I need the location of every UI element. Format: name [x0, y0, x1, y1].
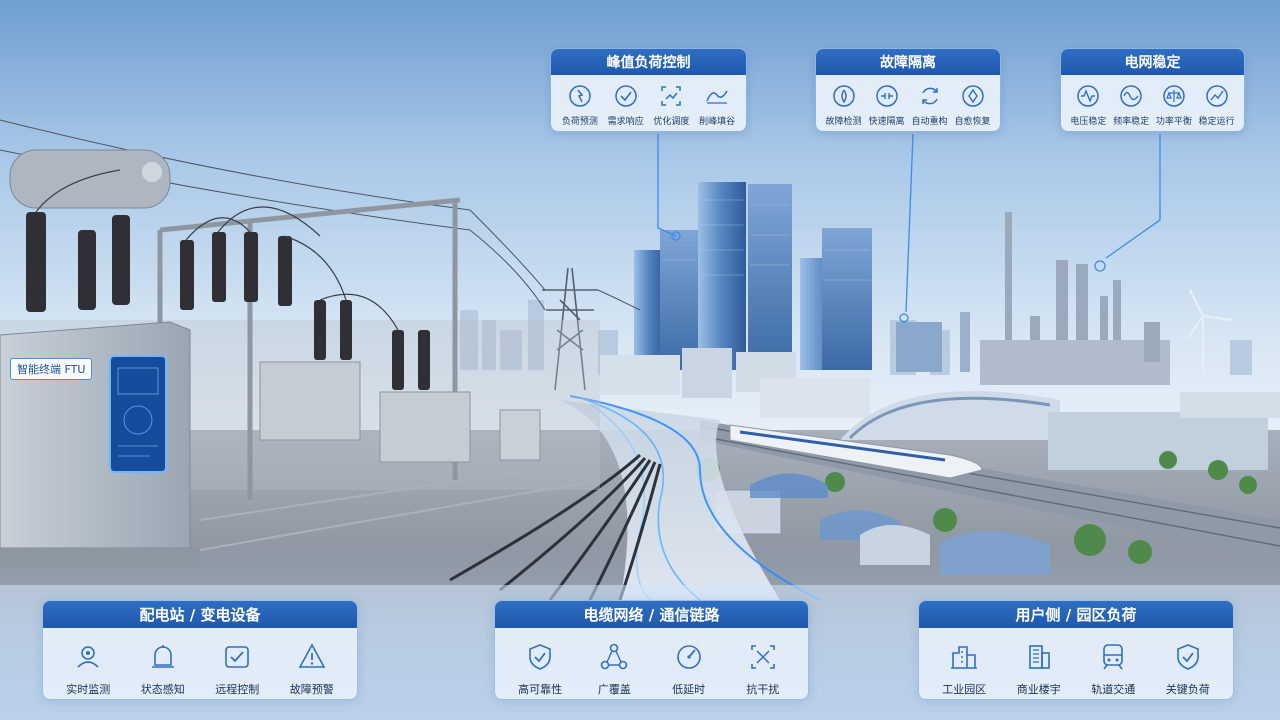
commercial-building-icon: [1028, 645, 1050, 669]
status-sense-icon: [151, 645, 174, 668]
fault-warning-icon: [298, 643, 326, 668]
item-label: 需求响应: [607, 117, 644, 127]
item-label: 频率稳定: [1113, 117, 1150, 127]
item-realtime-monitor[interactable]: 实时监测: [53, 641, 123, 697]
item-label: 优化调度: [653, 117, 690, 127]
panel-title: 配电站 / 变电设备: [43, 601, 357, 628]
item-label: 自动重构: [911, 117, 948, 127]
panel-cable-network: 电缆网络 / 通信链路 高可靠性 广覆盖 低延时 抗干扰: [494, 600, 809, 700]
item-label: 商业楼宇: [1016, 683, 1061, 696]
item-label: 低延时: [672, 683, 706, 696]
peak-shaving-icon: [706, 90, 728, 104]
item-industrial-park[interactable]: 工业园区: [929, 641, 999, 697]
item-auto-reconfigure[interactable]: 自动重构: [908, 83, 951, 127]
item-frequency-stable[interactable]: 频率稳定: [1110, 83, 1153, 127]
panel-title: 电网稳定: [1061, 49, 1244, 75]
voltage-stable-icon: [1077, 85, 1100, 107]
item-label: 高可靠性: [518, 683, 563, 696]
panel-title: 用户侧 / 园区负荷: [919, 601, 1233, 628]
item-low-latency[interactable]: 低延时: [654, 641, 724, 697]
frequency-stable-icon: [1120, 85, 1142, 107]
item-label: 广覆盖: [597, 683, 631, 696]
item-label: 快速隔离: [868, 117, 905, 127]
item-fault-warning[interactable]: 故障预警: [277, 641, 347, 697]
panel-title: 故障隔离: [816, 49, 1000, 75]
panel-peak-load: 峰值负荷控制 负荷预测 需求响应 优化调度 削峰填谷: [550, 48, 747, 132]
panel-substation: 配电站 / 变电设备 实时监测 状态感知 远程控制 故障预警: [42, 600, 358, 700]
item-demand-response[interactable]: 需求响应: [603, 83, 649, 127]
gauge-icon: [676, 645, 701, 669]
item-label: 轨道交通: [1091, 683, 1136, 696]
item-label: 工业园区: [942, 683, 987, 696]
power-balance-icon: [1163, 85, 1185, 107]
remote-control-icon: [225, 646, 250, 668]
item-critical-load[interactable]: 关键负荷: [1153, 641, 1223, 697]
item-stable-run[interactable]: 稳定运行: [1195, 83, 1238, 127]
item-status-sense[interactable]: 状态感知: [128, 641, 198, 697]
wind-turbine: [1187, 289, 1233, 372]
industrial-plant: [980, 212, 1170, 385]
item-power-balance[interactable]: 功率平衡: [1153, 83, 1196, 127]
panel-fault-isolation: 故障隔离 故障检测 快速隔离 自动重构 自愈恢复: [815, 48, 1001, 132]
item-optimize-dispatch[interactable]: 优化调度: [649, 83, 695, 127]
ftu-label: 智能终端 FTU: [10, 358, 93, 380]
fault-detect-icon: [832, 85, 855, 107]
panel-grid-stability: 电网稳定 电压稳定 频率稳定 功率平衡 稳定运行: [1060, 48, 1245, 132]
shield-check-icon: [529, 644, 551, 670]
item-label: 负荷预测: [561, 117, 598, 127]
item-remote-control[interactable]: 远程控制: [202, 641, 272, 697]
item-label: 抗干扰: [746, 683, 780, 696]
item-label: 自愈恢复: [954, 117, 991, 127]
load-forecast-icon: [569, 85, 591, 107]
item-label: 电压稳定: [1070, 117, 1107, 127]
critical-load-shield-icon: [1176, 644, 1199, 670]
item-peak-shaving[interactable]: 削峰填谷: [694, 83, 740, 127]
demand-response-icon: [614, 85, 637, 107]
item-high-reliability[interactable]: 高可靠性: [505, 641, 575, 697]
realtime-monitor-icon: [77, 646, 99, 668]
item-label: 功率平衡: [1155, 117, 1192, 127]
item-commercial-building[interactable]: 商业楼宇: [1004, 641, 1074, 697]
item-label: 关键负荷: [1165, 683, 1210, 696]
item-anti-interference[interactable]: 抗干扰: [728, 641, 798, 697]
anti-interference-icon: [751, 645, 775, 669]
item-fast-isolate[interactable]: 快速隔离: [865, 83, 908, 127]
item-load-forecast[interactable]: 负荷预测: [557, 83, 603, 127]
item-label: 故障预警: [289, 683, 334, 696]
item-label: 稳定运行: [1198, 117, 1235, 127]
panel-user-side: 用户侧 / 园区负荷 工业园区 商业楼宇 轨道交通 关键负荷: [918, 600, 1234, 700]
item-label: 削峰填谷: [699, 117, 736, 127]
item-wide-coverage[interactable]: 广覆盖: [579, 641, 649, 697]
item-label: 状态感知: [140, 683, 185, 696]
stable-run-icon: [1205, 85, 1228, 107]
panel-title: 峰值负荷控制: [551, 49, 746, 75]
item-voltage-stable[interactable]: 电压稳定: [1067, 83, 1110, 127]
item-label: 远程控制: [215, 683, 260, 696]
item-metro-train[interactable]: 轨道交通: [1078, 641, 1148, 697]
metro-train-icon: [1103, 644, 1124, 670]
city-towers: [634, 182, 970, 372]
item-label: 实时监测: [66, 683, 111, 696]
item-label: 故障检测: [825, 117, 862, 127]
self-heal-icon: [961, 85, 984, 107]
item-fault-detect[interactable]: 故障检测: [822, 83, 865, 127]
item-self-heal[interactable]: 自愈恢复: [951, 83, 994, 127]
industrial-park-icon: [951, 646, 978, 669]
panel-title: 电缆网络 / 通信链路: [495, 601, 808, 628]
fast-isolate-icon: [875, 85, 898, 107]
network-nodes-icon: [601, 643, 628, 670]
auto-reconfigure-icon: [921, 87, 938, 105]
optimize-dispatch-icon: [661, 86, 682, 106]
